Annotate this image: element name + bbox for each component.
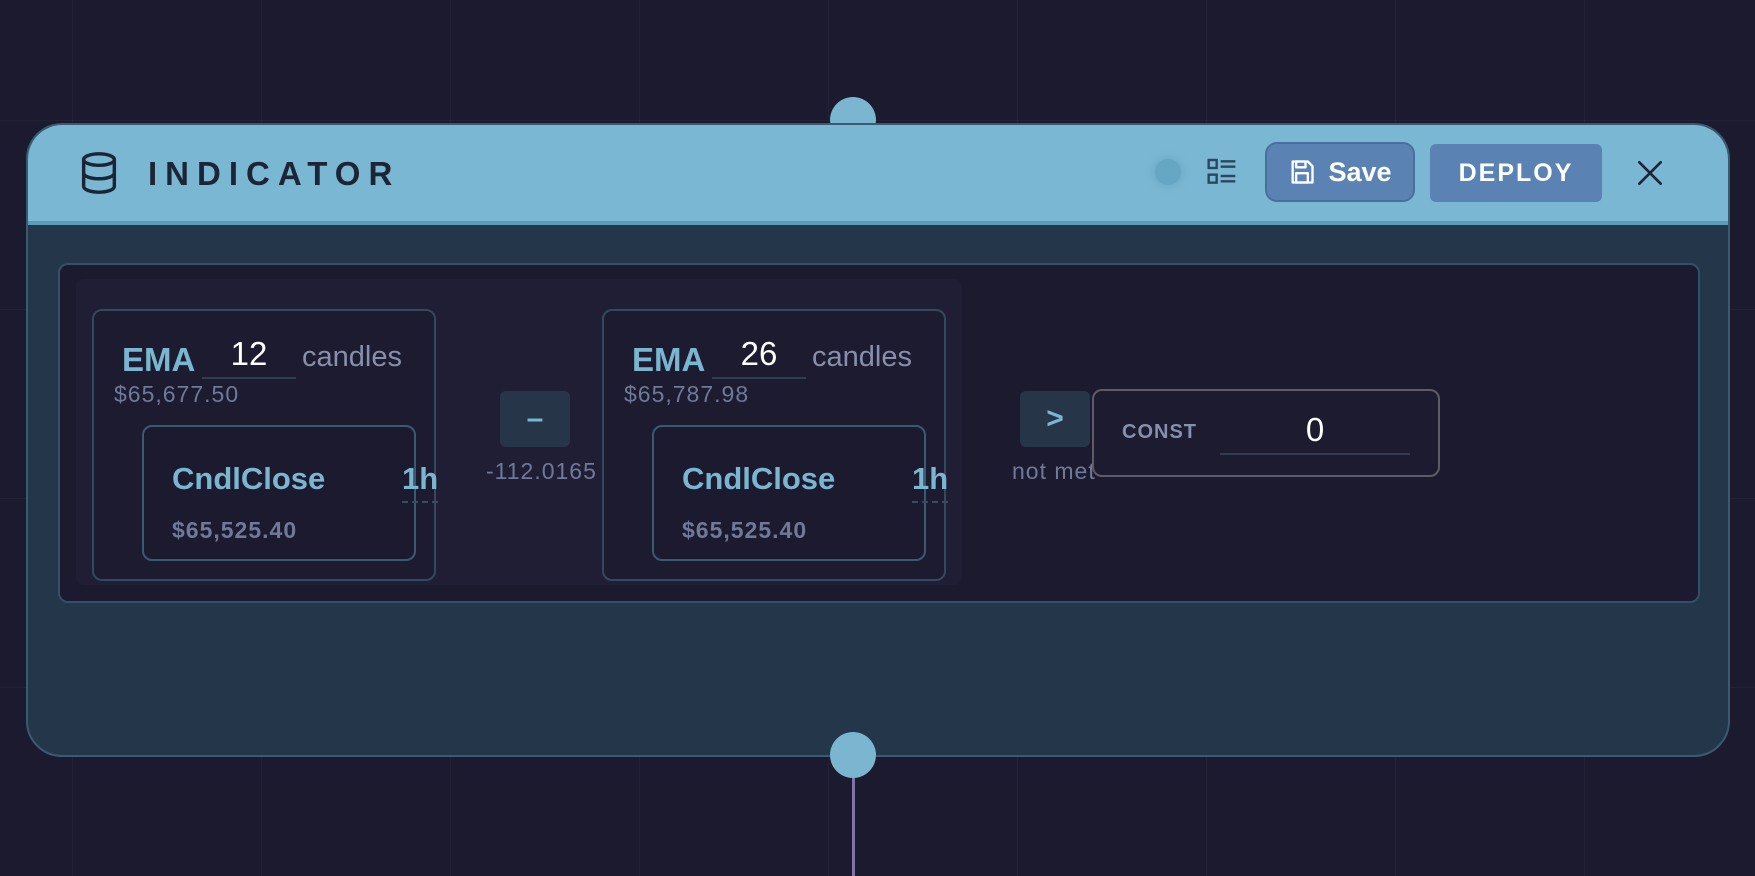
- subtraction-result: -112.0165: [486, 458, 597, 484]
- minus-operator-button[interactable]: –: [500, 391, 570, 447]
- const-block[interactable]: CONST 0: [1092, 389, 1440, 477]
- candle-close-label: CndlClose: [172, 461, 326, 496]
- ema-label: EMA: [632, 341, 706, 378]
- database-icon: [81, 152, 117, 194]
- connection-edge: [852, 770, 855, 876]
- node-title: INDICATOR: [148, 155, 401, 192]
- output-handle[interactable]: [830, 732, 876, 778]
- deploy-button[interactable]: DEPLOY: [1430, 144, 1602, 202]
- save-button-label: Save: [1328, 156, 1392, 187]
- save-icon: [1291, 160, 1315, 184]
- timeframe-selector[interactable]: 1h: [402, 461, 439, 503]
- candle-close-value: $65,525.40: [172, 517, 298, 543]
- ema-unit-label: candles: [302, 341, 402, 373]
- ema-26-block[interactable]: EMA 26 candles $65,787.98 CndlClose 1h $…: [602, 309, 949, 581]
- ema-period-input[interactable]: 12: [202, 335, 296, 379]
- ema-unit-label: candles: [812, 341, 912, 373]
- ema-value: $65,677.50: [114, 381, 240, 407]
- expression-container: EMA 12 candles $65,677.50 CndlClose 1h $…: [58, 263, 1700, 603]
- greater-than-operator-button[interactable]: >: [1020, 391, 1090, 447]
- subtraction-group: EMA 12 candles $65,677.50 CndlClose 1h $…: [76, 279, 962, 585]
- candle-close-block[interactable]: CndlClose 1h $65,525.40: [142, 425, 439, 561]
- candle-close-block[interactable]: CndlClose 1h $65,525.40: [652, 425, 949, 561]
- list-view-icon[interactable]: [1206, 156, 1238, 188]
- ema-period-input[interactable]: 26: [712, 335, 806, 379]
- close-icon[interactable]: [1634, 157, 1666, 189]
- ema-label: EMA: [122, 341, 196, 378]
- const-value-input[interactable]: 0: [1220, 411, 1410, 455]
- ema-value: $65,787.98: [624, 381, 750, 407]
- candle-close-label: CndlClose: [682, 461, 836, 496]
- timeframe-selector[interactable]: 1h: [912, 461, 949, 503]
- const-label: CONST: [1122, 421, 1197, 443]
- indicator-node[interactable]: INDICATOR Save DEPLOY EMA 12 candles $65…: [26, 123, 1730, 757]
- save-button[interactable]: Save: [1265, 142, 1415, 202]
- comparison-result: not met: [1012, 458, 1096, 484]
- status-dot-icon: [1155, 159, 1181, 185]
- ema-12-block[interactable]: EMA 12 candles $65,677.50 CndlClose 1h $…: [92, 309, 439, 581]
- node-header[interactable]: INDICATOR Save DEPLOY: [28, 125, 1728, 225]
- candle-close-value: $65,525.40: [682, 517, 808, 543]
